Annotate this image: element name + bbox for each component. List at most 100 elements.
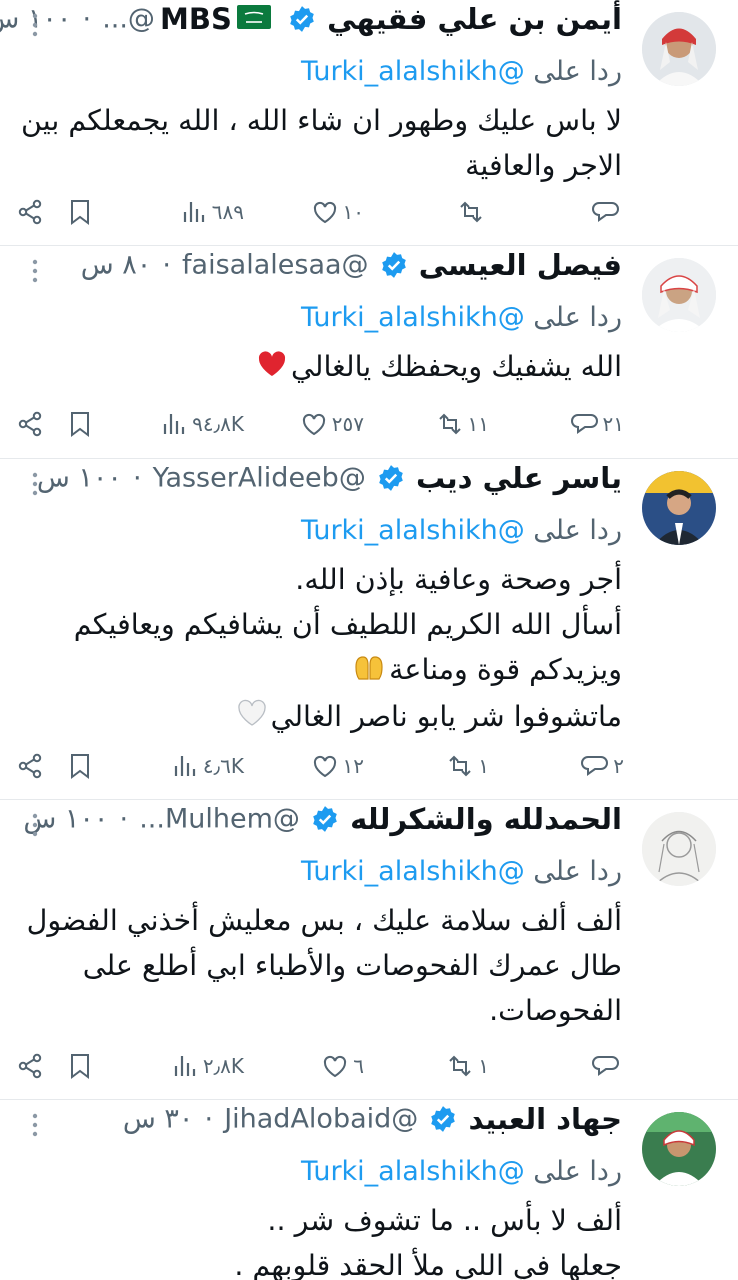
user-handle[interactable]: @...: [102, 4, 155, 35]
user-handle[interactable]: @Mulhem...: [139, 804, 300, 835]
replies-feed: أيمن بن علي فقيهي MBS @... · ١٠٠ س ردا ع…: [0, 0, 738, 1280]
replying-to: ردا على @Turki_alalshikh: [300, 856, 622, 887]
separator-dot: ·: [204, 1103, 214, 1135]
bookmark-button[interactable]: [66, 1046, 94, 1086]
verified-badge-icon: [380, 251, 408, 279]
views-chart-icon: [174, 756, 196, 776]
bookmark-button[interactable]: [66, 192, 94, 232]
display-name-suffix: MBS: [160, 2, 232, 36]
share-button[interactable]: [16, 192, 44, 232]
replying-to-link[interactable]: @Turki_alalshikh: [301, 515, 525, 546]
share-icon: [18, 753, 42, 779]
reply-icon: [581, 756, 609, 776]
display-name[interactable]: أيمن بن علي فقيهي: [327, 2, 622, 36]
heart-icon: [302, 413, 325, 436]
display-name[interactable]: فيصل العيسى: [419, 248, 622, 282]
like-button[interactable]: ١٠: [311, 192, 368, 232]
more-options-icon[interactable]: [20, 12, 50, 38]
tweet-header: فيصل العيسى @faisalalesaa · ٨٠ س: [20, 246, 622, 298]
separator-dot: ·: [132, 462, 142, 494]
reply-tweet[interactable]: الحمدلله والشكرلله @Mulhem... · ١٠٠ س رد…: [0, 800, 738, 1100]
reply-button[interactable]: ٢: [581, 746, 628, 786]
display-name[interactable]: الحمدلله والشكرلله: [350, 802, 622, 836]
tweet-line: ماتشوفوا شر يابو ناصر الغالي: [270, 699, 622, 733]
timestamp[interactable]: ٨٠ س: [81, 250, 152, 281]
share-icon: [18, 199, 42, 225]
more-options-icon[interactable]: [20, 471, 50, 497]
avatar[interactable]: [642, 1112, 716, 1186]
share-button[interactable]: [16, 404, 44, 444]
bookmark-button[interactable]: [66, 746, 94, 786]
verified-badge-icon: [288, 5, 316, 33]
reply-button[interactable]: [592, 1046, 628, 1086]
reply-tweet[interactable]: ياسر علي ديب @YasserAlideeb · ١٠٠ س ردا …: [0, 459, 738, 800]
display-name[interactable]: ياسر علي ديب: [416, 461, 622, 495]
more-options-icon[interactable]: [20, 258, 50, 284]
reply-icon: [592, 1056, 619, 1076]
retweet-button[interactable]: ١: [446, 746, 493, 786]
replying-to: ردا على @Turki_alalshikh: [300, 302, 622, 333]
display-name[interactable]: جهاد العبيد: [468, 1102, 622, 1136]
replying-to-link[interactable]: @Turki_alalshikh: [301, 56, 525, 87]
retweet-button[interactable]: ١١: [436, 404, 493, 444]
verified-badge-icon: [377, 464, 405, 492]
like-button[interactable]: ٢٥٧: [300, 404, 368, 444]
retweet-button[interactable]: ١: [446, 1046, 493, 1086]
reply-tweet[interactable]: فيصل العيسى @faisalalesaa · ٨٠ س ردا على…: [0, 246, 738, 459]
avatar[interactable]: [642, 812, 716, 886]
separator-dot: ·: [162, 249, 171, 281]
verified-badge-icon: [311, 805, 339, 833]
heart-icon: [313, 755, 336, 778]
reply-tweet[interactable]: جهاد العبيد @JihadAlobaid · ٣٠ س ردا على…: [0, 1100, 738, 1280]
views-button[interactable]: ٤٫٦K: [171, 746, 248, 786]
share-icon: [18, 1053, 42, 1079]
tweet-header: جهاد العبيد @JihadAlobaid · ٣٠ س: [20, 1100, 622, 1152]
like-button[interactable]: ١٢: [311, 746, 368, 786]
views-button[interactable]: ٦٨٩: [180, 192, 248, 232]
user-handle[interactable]: @YasserAlideeb: [153, 463, 366, 494]
bookmark-icon: [71, 754, 89, 779]
retweet-button[interactable]: [457, 192, 493, 232]
tweet-line: ألف ألف سلامة عليك ، بس معليش أخذني الفض…: [26, 904, 622, 937]
tweet-text: ألف لا بأس .. ما تشوف شر .. جعلها في الل…: [20, 1198, 622, 1280]
views-button[interactable]: ٢٫٨K: [171, 1046, 248, 1086]
like-button[interactable]: ٦: [321, 1046, 368, 1086]
tweet-header: الحمدلله والشكرلله @Mulhem... · ١٠٠ س: [20, 800, 622, 852]
share-button[interactable]: [16, 746, 44, 786]
user-handle[interactable]: @faisalalesaa: [182, 250, 368, 281]
replying-to-link[interactable]: @Turki_alalshikh: [301, 856, 525, 887]
views-button[interactable]: ٩٤٫٨K: [160, 404, 248, 444]
share-button[interactable]: [16, 1046, 44, 1086]
views-chart-icon: [164, 414, 185, 434]
tweet-text: الله يشفيك ويحفظك يالغالي: [20, 344, 622, 391]
more-options-icon[interactable]: [20, 1112, 50, 1138]
timestamp[interactable]: ٣٠ س: [123, 1104, 194, 1135]
avatar[interactable]: [642, 258, 716, 332]
retweet-icon: [449, 755, 471, 777]
more-options-icon[interactable]: [20, 812, 50, 838]
user-handle[interactable]: @JihadAlobaid: [224, 1104, 418, 1135]
reply-button[interactable]: ٢١: [570, 404, 628, 444]
replying-to: ردا على @Turki_alalshikh: [300, 1156, 622, 1187]
saudi-flag-icon: [236, 5, 271, 33]
bookmark-icon: [71, 200, 89, 225]
tweet-line: طال عمرك الفحوصات والأطباء ابي أطلع على: [82, 949, 622, 982]
tweet-line: أسأل الله الكريم اللطيف أن يشافيكم ويعاف…: [73, 608, 622, 641]
retweet-icon: [460, 201, 482, 223]
avatar[interactable]: [642, 12, 716, 86]
verified-badge-icon: [429, 1105, 457, 1133]
bookmark-icon: [71, 412, 89, 437]
tweet-line: لا باس عليك وطهور ان شاء الله ، الله يجم…: [21, 104, 622, 137]
reply-button[interactable]: [592, 192, 628, 232]
tweet-text: ألف ألف سلامة عليك ، بس معليش أخذني الفض…: [20, 898, 622, 1033]
replying-to-link[interactable]: @Turki_alalshikh: [301, 1156, 525, 1187]
replying-to-link[interactable]: @Turki_alalshikh: [301, 302, 525, 333]
reply-tweet[interactable]: أيمن بن علي فقيهي MBS @... · ١٠٠ س ردا ع…: [0, 0, 738, 246]
bookmark-icon: [71, 1054, 89, 1079]
separator-dot: ·: [119, 803, 129, 835]
retweet-icon: [449, 1055, 471, 1077]
avatar[interactable]: [642, 471, 716, 545]
red-heart-emoji-icon: [257, 346, 287, 391]
bookmark-button[interactable]: [66, 404, 94, 444]
replying-to: ردا على @Turki_alalshikh: [300, 56, 622, 87]
